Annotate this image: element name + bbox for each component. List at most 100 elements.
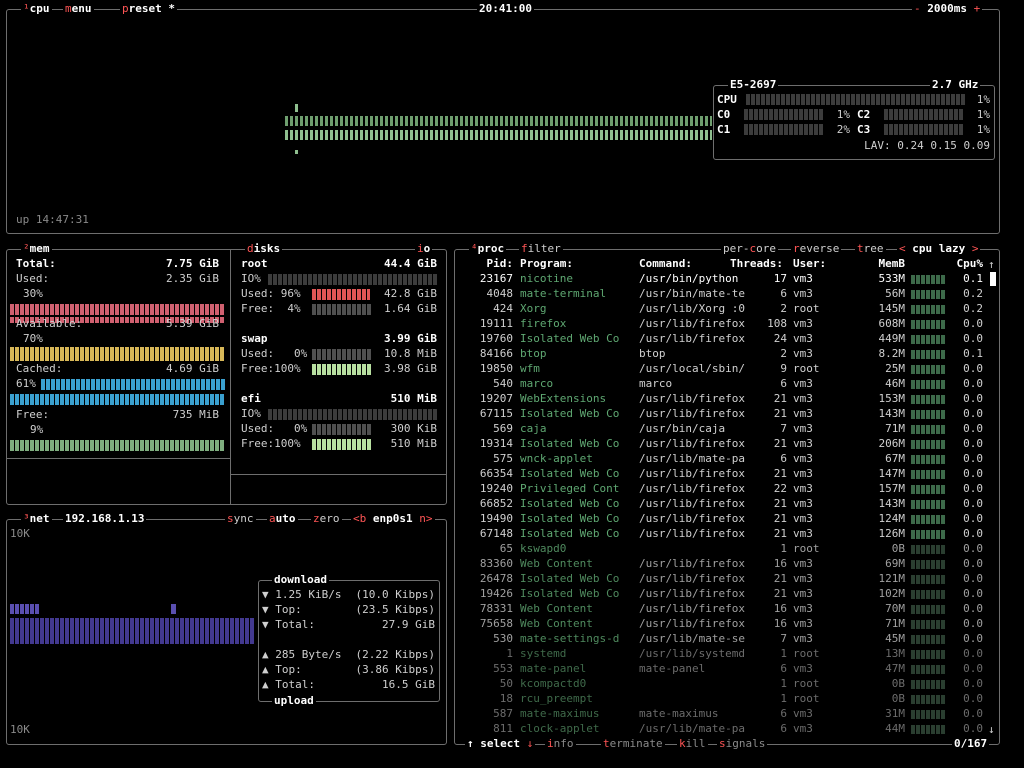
process-user: vm3 — [793, 602, 813, 615]
tree-toggle[interactable]: tree — [855, 242, 886, 256]
process-row[interactable]: 1 systemd/usr/lib/systemd 1 root 13M 0.0 — [455, 647, 987, 662]
process-row[interactable]: 553 mate-panel mate-panel 6 vm3 47M 0.0 — [455, 662, 987, 677]
process-row[interactable]: 19426 Isolated Web Co/usr/lib/firefox 21 vm… — [455, 587, 987, 602]
upload-top: (3.86 Kibps) — [355, 663, 435, 676]
process-user: vm3 — [793, 482, 813, 495]
mem-title[interactable]: ²mem — [21, 242, 52, 256]
interval-control[interactable]: - 2000ms + — [912, 2, 983, 16]
process-threads: 21 — [773, 407, 787, 420]
process-row[interactable]: 26478 Isolated Web Co/usr/lib/firefox 21 vm… — [455, 572, 987, 587]
process-program: rcu_preempt — [520, 692, 593, 705]
process-command: /usr/bin/caja — [639, 422, 726, 435]
core-0-meter — [744, 109, 824, 120]
process-mem-meter — [911, 275, 945, 284]
net-download-graph — [10, 604, 40, 614]
interface-next-button[interactable]: n> — [419, 512, 432, 525]
mem-total-label: Total: — [16, 257, 56, 270]
process-pid: 66852 — [479, 497, 513, 510]
process-cpu: 0.0 — [963, 557, 983, 570]
process-row[interactable]: 19760 Isolated Web Co/usr/lib/firefox 24 vm… — [455, 332, 987, 347]
interval-decrease-button[interactable]: - — [914, 2, 921, 15]
interface-selector[interactable]: <b enp0s1 n> — [351, 512, 435, 526]
process-row[interactable]: 540 marco marco 6 vm3 46M 0.0 — [455, 377, 987, 392]
menu-button[interactable]: menu — [63, 2, 94, 16]
process-pid: 553 — [493, 662, 513, 675]
process-row[interactable]: 65 kswapd0 1 root 0B 0.0 — [455, 542, 987, 557]
kill-button[interactable]: kill — [677, 737, 708, 751]
process-row[interactable]: 18 rcu_preempt 1 root 0B 0.0 — [455, 692, 987, 707]
header-cpu[interactable]: Cpu% — [951, 257, 984, 270]
filter-button[interactable]: filter — [519, 242, 563, 256]
process-row[interactable]: 569 caja/usr/bin/caja 7 vm3 71M 0.0 — [455, 422, 987, 437]
process-memb: 46M — [885, 377, 905, 390]
signals-button[interactable]: signals — [717, 737, 768, 751]
process-row[interactable]: 424 Xorg/usr/lib/Xorg :0 2 root 145M 0.2 — [455, 302, 987, 317]
process-row[interactable]: 19490 Isolated Web Co/usr/lib/firefox 21 vm… — [455, 512, 987, 527]
io-toggle[interactable]: io — [415, 242, 433, 256]
process-pid: 19207 — [479, 392, 513, 405]
process-mem-meter — [911, 290, 945, 299]
process-cpu: 0.0 — [963, 692, 983, 705]
process-row[interactable]: 811 clock-applet/usr/lib/mate-pa 6 vm3 44M 0.… — [455, 722, 987, 737]
terminate-button[interactable]: terminate — [601, 737, 665, 751]
process-pid: 78331 — [479, 602, 513, 615]
process-row[interactable]: 587 mate-maximus mate-maximus 6 vm3 31M 0.0 — [455, 707, 987, 722]
process-count: 0/167 — [952, 737, 990, 751]
header-command[interactable]: Command: — [639, 257, 692, 270]
net-title[interactable]: ³net — [21, 512, 52, 526]
header-pid[interactable]: Pid: — [455, 257, 514, 270]
header-user[interactable]: User: — [793, 257, 826, 270]
sort-prev-button[interactable]: < — [899, 242, 906, 255]
process-threads: 22 — [773, 482, 787, 495]
header-program[interactable]: Program: — [520, 257, 573, 270]
per-core-toggle[interactable]: per-core — [721, 242, 778, 256]
process-row[interactable]: 67115 Isolated Web Co/usr/lib/firefox 21 vm… — [455, 407, 987, 422]
sync-toggle[interactable]: sync — [225, 512, 256, 526]
process-cpu: 0.0 — [963, 647, 983, 660]
select-control[interactable]: ↑ select ↓ — [465, 737, 536, 751]
process-row[interactable]: 4048 mate-terminal/usr/bin/mate-te 6 vm3 56M… — [455, 287, 987, 302]
header-memb[interactable]: MemB — [855, 257, 906, 270]
process-user: vm3 — [793, 572, 813, 585]
scroll-up-icon[interactable]: ↑ — [988, 257, 995, 272]
auto-toggle[interactable]: auto — [267, 512, 298, 526]
reverse-toggle[interactable]: reverse — [791, 242, 842, 256]
process-row[interactable]: 50 kcompactd0 1 root 0B 0.0 — [455, 677, 987, 692]
process-row[interactable]: 19240 Privileged Cont/usr/lib/firefox 22 vm… — [455, 482, 987, 497]
upload-title: upload — [272, 694, 316, 708]
info-button[interactable]: info — [545, 737, 576, 751]
process-row[interactable]: 575 wnck-applet/usr/lib/mate-pa 6 vm3 67M 0.0 — [455, 452, 987, 467]
process-row[interactable]: 19850 wfm/usr/local/sbin/9 root 25M 0.0 — [455, 362, 987, 377]
process-row[interactable]: 78331 Web Content/usr/lib/firefox 16 vm3 70M… — [455, 602, 987, 617]
process-row[interactable]: 19314 Isolated Web Co/usr/lib/firefox 21 vm… — [455, 437, 987, 452]
process-memb: 56M — [885, 287, 905, 300]
process-row[interactable]: 75658 Web Content/usr/lib/firefox 16 vm3 71M… — [455, 617, 987, 632]
process-memb: 0B — [891, 677, 905, 690]
cpu-title[interactable]: ¹cpu — [21, 2, 52, 16]
disks-title[interactable]: disks — [245, 242, 283, 256]
sort-selector[interactable]: < cpu lazy > — [897, 242, 981, 256]
process-row[interactable]: 67148 Isolated Web Co/usr/lib/firefox 21 vm… — [455, 527, 987, 542]
mem-cached-graph — [41, 379, 225, 390]
zero-toggle[interactable]: zero — [311, 512, 342, 526]
mem-free-value: 735 MiB — [172, 408, 219, 421]
process-row[interactable]: 23167 nicotine/usr/bin/python 17 vm3 533M 0.1 — [455, 272, 987, 287]
interval-increase-button[interactable]: + — [974, 2, 981, 15]
process-row[interactable]: 66852 Isolated Web Co/usr/lib/firefox 21 vm… — [455, 497, 987, 512]
proc-title[interactable]: ⁴proc — [469, 242, 507, 256]
process-row[interactable]: 83360 Web Content/usr/lib/firefox 16 vm3 69M… — [455, 557, 987, 572]
sort-next-button[interactable]: > — [972, 242, 979, 255]
scroll-down-icon[interactable]: ↓ — [988, 722, 995, 737]
scrollbar-thumb[interactable] — [990, 272, 996, 286]
process-row[interactable]: 84166 btop btop 2 vm3 8.2M 0.1 — [455, 347, 987, 362]
process-row[interactable]: 19207 WebExtensions/usr/lib/firefox 21 vm3 1… — [455, 392, 987, 407]
header-threads[interactable]: Threads: — [730, 257, 783, 270]
process-row[interactable]: 66354 Isolated Web Co/usr/lib/firefox 21 vm… — [455, 467, 987, 482]
interface-prev-button[interactable]: <b — [353, 512, 366, 525]
preset-button[interactable]: preset * — [120, 2, 177, 16]
process-row[interactable]: 19111 firefox/usr/lib/firefox 108 vm3 608M 0.… — [455, 317, 987, 332]
process-row[interactable]: 530 mate-settings-d/usr/lib/mate-se 7 vm3 45… — [455, 632, 987, 647]
process-user: vm3 — [793, 272, 813, 285]
upload-total-label: Total: — [275, 678, 315, 691]
cpu-model: E5-2697 — [728, 78, 779, 92]
